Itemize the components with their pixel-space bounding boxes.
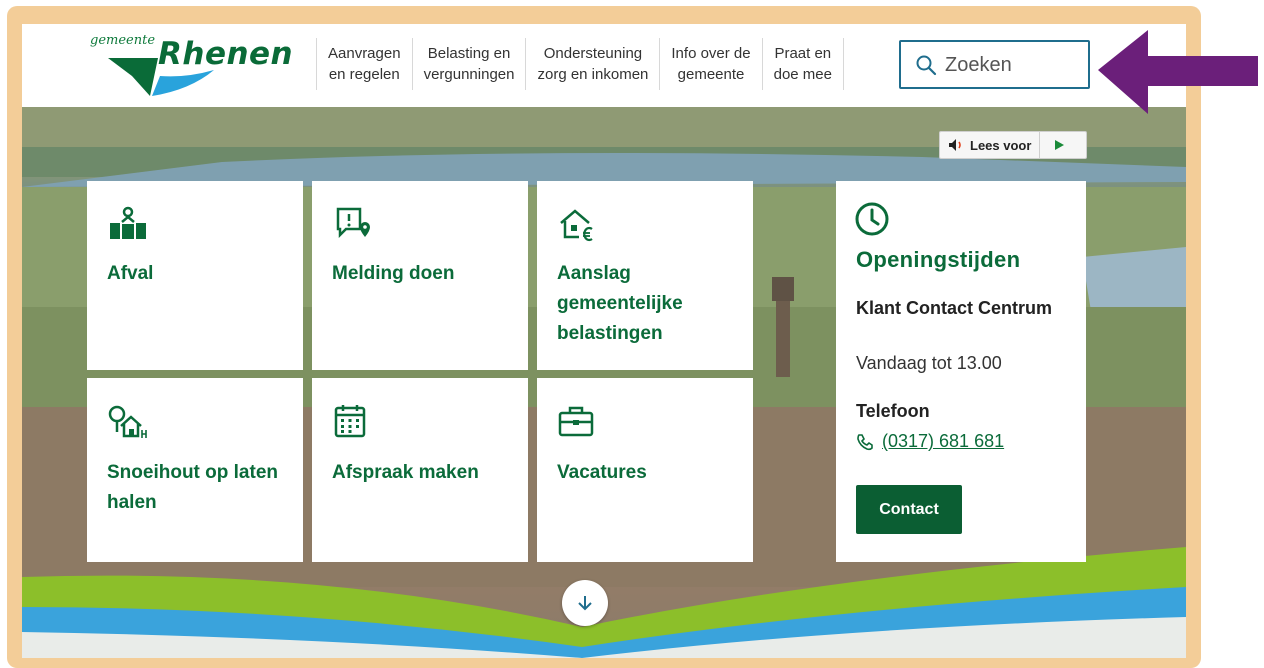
site-header: gemeente Rhenen Aanvragen en regelen Bel… — [22, 24, 1186, 107]
phone-icon — [857, 433, 873, 450]
contact-button[interactable]: Contact — [856, 485, 962, 534]
phone-link[interactable]: (0317) 681 681 — [882, 431, 1004, 452]
calendar-icon — [334, 405, 366, 438]
waste-bins-icon — [110, 206, 146, 239]
clock-icon — [855, 202, 889, 236]
nav-item-praat[interactable]: Praat en doe mee — [761, 38, 844, 90]
tile-afval[interactable]: Afval — [87, 181, 303, 370]
tree-house-icon — [108, 405, 147, 438]
scroll-down-button[interactable] — [562, 580, 608, 626]
main-nav: Aanvragen en regelen Belasting en vergun… — [316, 38, 844, 90]
search-icon — [916, 55, 937, 76]
tile-title: Afval — [107, 263, 154, 284]
tile-title: Snoeihout op laten halen — [107, 462, 278, 513]
speaker-icon — [949, 139, 961, 151]
tile-snoeihout[interactable]: Snoeihout op laten halen — [87, 378, 303, 562]
phone-label: Telefoon — [856, 401, 930, 421]
logo-small-text: gemeente — [90, 33, 156, 48]
nav-item-info[interactable]: Info over de gemeente — [659, 38, 761, 90]
nav-item-aanvragen[interactable]: Aanvragen en regelen — [316, 38, 412, 90]
house-euro-icon — [560, 209, 593, 242]
readspeaker-button[interactable]: Lees voor — [940, 132, 1041, 158]
tile-title: Aanslag gemeentelijke belastingen — [557, 263, 683, 344]
search-input[interactable] — [945, 52, 1085, 78]
logo[interactable]: gemeente Rhenen — [88, 30, 293, 100]
arrow-down-icon — [578, 596, 592, 611]
opening-hours-title: Openingstijden — [856, 247, 1021, 272]
briefcase-icon — [558, 406, 594, 437]
tile-vacatures[interactable]: Vacatures — [537, 378, 753, 562]
readspeaker-bar: Lees voor — [939, 131, 1087, 159]
readspeaker-label: Lees voor — [970, 137, 1032, 153]
tile-afspraak[interactable]: Afspraak maken — [312, 378, 528, 562]
logo-mark-icon — [108, 58, 214, 96]
opening-hours-subtitle: Klant Contact Centrum — [856, 298, 1053, 318]
opening-hours-today: Vandaag tot 13.00 — [856, 353, 1002, 373]
nav-item-ondersteuning[interactable]: Ondersteuning zorg en inkomen — [525, 38, 659, 90]
readspeaker-play-button[interactable] — [1040, 132, 1078, 158]
play-icon — [1055, 140, 1065, 150]
tile-aanslag[interactable]: Aanslag gemeentelijke belastingen — [537, 181, 753, 370]
hero-section: Lees voor Afval Melding doen Aanslag gem… — [22, 107, 1186, 658]
report-location-icon — [336, 207, 370, 239]
annotation-arrow-icon — [1098, 30, 1258, 114]
tile-melding[interactable]: Melding doen — [312, 181, 528, 370]
tile-title: Vacatures — [557, 462, 647, 483]
tile-title: Afspraak maken — [332, 462, 479, 483]
tile-title: Melding doen — [332, 263, 455, 284]
page: gemeente Rhenen Aanvragen en regelen Bel… — [22, 24, 1186, 658]
search-box[interactable] — [899, 40, 1090, 89]
opening-hours-card: Openingstijden Klant Contact Centrum Van… — [836, 181, 1086, 562]
nav-item-belasting[interactable]: Belasting en vergunningen — [411, 38, 526, 90]
phone-row: (0317) 681 681 — [856, 431, 1004, 452]
